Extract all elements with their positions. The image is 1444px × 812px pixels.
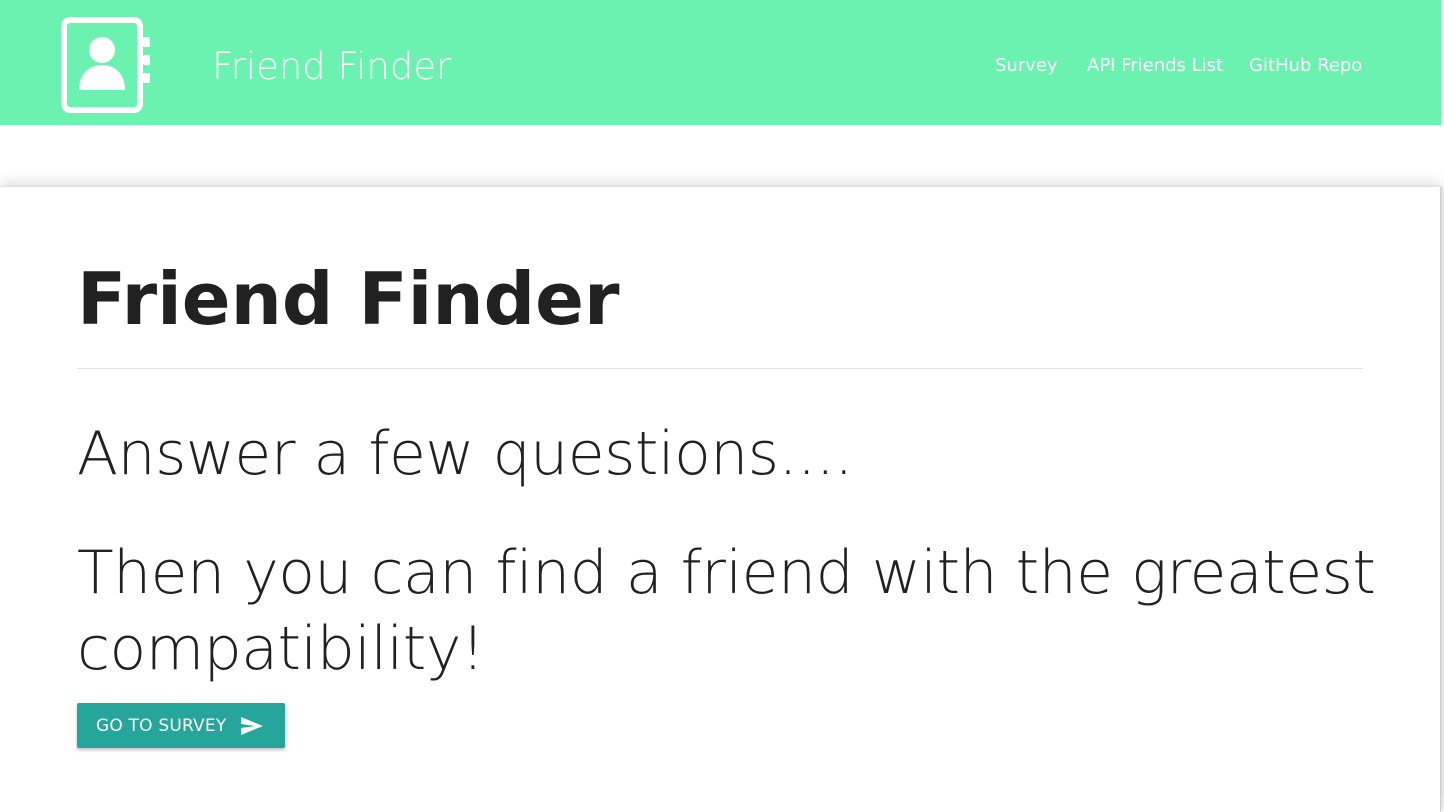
- nav-link-api-friends-list[interactable]: API Friends List: [1087, 54, 1223, 78]
- page-gap: [0, 125, 1444, 187]
- lead-text-questions: Answer a few questions....: [77, 419, 853, 489]
- go-to-survey-label: GO TO SURVEY: [96, 716, 227, 736]
- contact-book-icon[interactable]: [61, 17, 151, 113]
- page-title: Friend Finder: [77, 257, 620, 341]
- go-to-survey-button[interactable]: GO TO SURVEY: [77, 703, 285, 748]
- nav-link-survey[interactable]: Survey: [995, 54, 1058, 78]
- divider: [77, 368, 1363, 369]
- brand-title[interactable]: Friend Finder: [212, 42, 451, 92]
- send-icon: [240, 716, 264, 736]
- nav-link-github-repo[interactable]: GitHub Repo: [1249, 54, 1362, 78]
- lead-text-compatibility: Then you can find a friend with the grea…: [77, 538, 1376, 684]
- navbar: Friend Finder Survey API Friends List Gi…: [0, 0, 1441, 125]
